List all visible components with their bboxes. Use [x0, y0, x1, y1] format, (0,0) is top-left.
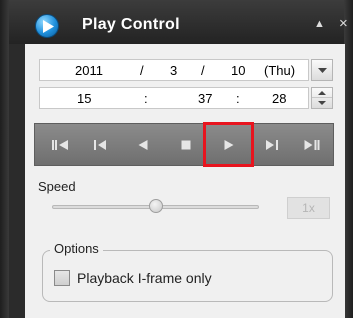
step-back-icon: [93, 139, 106, 150]
play-button[interactable]: [203, 122, 254, 167]
play-pause-icon: [304, 139, 319, 150]
window-title: Play Control: [82, 16, 180, 33]
window-left-edge: [0, 0, 9, 318]
playback-iframe-label[interactable]: Playback I-frame only: [77, 270, 212, 286]
hour-value[interactable]: 15: [77, 91, 91, 106]
stop-button[interactable]: [167, 124, 204, 165]
second-value[interactable]: 28: [272, 91, 286, 106]
speed-value-box: 1x: [287, 197, 330, 219]
collapse-icon[interactable]: ▲: [314, 18, 325, 30]
time-field[interactable]: 15 : 37 : 28: [39, 87, 309, 109]
date-separator: /: [140, 63, 144, 78]
next-frame-button[interactable]: [253, 124, 290, 165]
date-dropdown-button[interactable]: [311, 59, 333, 81]
go-to-start-button[interactable]: [41, 124, 78, 165]
play-control-panel: 2011 / 3 / 10 (Thu) 15 : 37 : 28 Speed 1…: [25, 44, 345, 318]
speed-slider-thumb[interactable]: [148, 199, 163, 213]
day-value[interactable]: 10: [231, 63, 245, 78]
playback-control-bar: [34, 122, 334, 167]
minute-value[interactable]: 37: [198, 91, 212, 106]
reverse-play-icon: [138, 139, 147, 150]
spin-up-button[interactable]: [312, 88, 332, 98]
playback-iframe-checkbox[interactable]: [54, 270, 70, 286]
date-separator: /: [201, 63, 205, 78]
prev-frame-button[interactable]: [81, 124, 118, 165]
weekday-value: (Thu): [264, 63, 296, 78]
play-icon: [224, 139, 233, 150]
close-icon[interactable]: ×: [339, 15, 348, 32]
options-legend: Options: [50, 241, 103, 256]
step-forward-icon: [265, 139, 278, 150]
time-separator: :: [236, 91, 240, 106]
month-value[interactable]: 3: [170, 63, 177, 78]
arrow-up-icon: [318, 91, 326, 95]
play-control-logo-icon: [35, 14, 59, 38]
arrow-down-icon: [318, 101, 326, 105]
reverse-play-button[interactable]: [124, 124, 161, 165]
title-bar: Play Control ▲ ×: [9, 0, 348, 44]
stop-icon: [181, 140, 190, 149]
play-pause-button[interactable]: [293, 124, 330, 165]
time-separator: :: [144, 91, 148, 106]
chevron-down-icon: [318, 68, 327, 73]
window-right-edge: [344, 0, 353, 318]
year-value[interactable]: 2011: [75, 63, 103, 78]
time-spinner[interactable]: [311, 87, 333, 109]
speed-label: Speed: [38, 179, 76, 194]
spin-down-button[interactable]: [312, 98, 332, 108]
date-field[interactable]: 2011 / 3 / 10 (Thu): [39, 59, 309, 81]
skip-to-start-icon: [51, 139, 68, 150]
